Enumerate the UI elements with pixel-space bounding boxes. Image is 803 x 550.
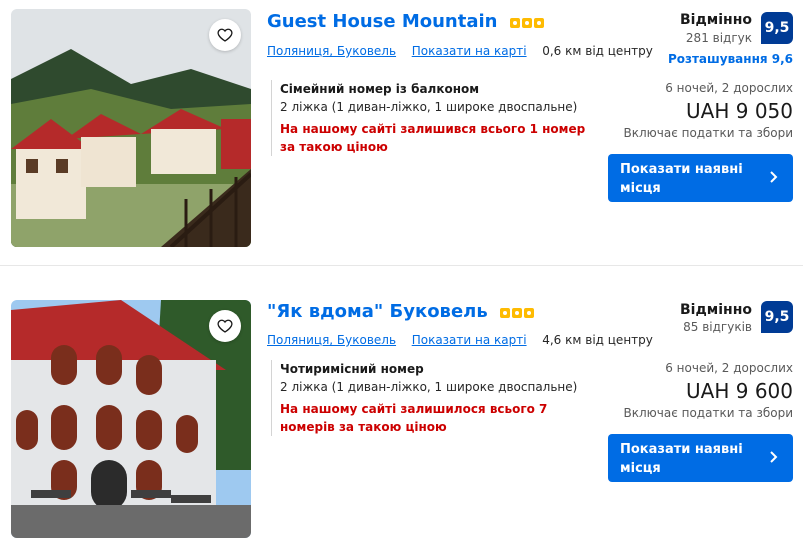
star-icon <box>533 18 544 28</box>
property-title-link[interactable]: Guest House Mountain <box>267 11 497 32</box>
review-count[interactable]: 281 відгук <box>686 31 752 45</box>
star-rating <box>509 18 544 28</box>
property-title-row: Guest House Mountain <box>267 11 544 32</box>
review-count[interactable]: 85 відгуків <box>683 320 752 334</box>
cta-label: Показати наявні місця <box>620 162 743 196</box>
star-icon <box>521 18 532 28</box>
chevron-right-icon <box>770 451 778 463</box>
location-row: Поляниця, Буковель Показати на карті 0,6… <box>267 44 653 58</box>
show-availability-button[interactable]: Показати наявні місця <box>608 434 793 482</box>
room-info: Сімейний номер із балконом 2 ліжка (1 ди… <box>271 80 590 156</box>
price: UAH 9 050 <box>686 99 793 123</box>
location-link[interactable]: Поляниця, Буковель <box>267 333 396 347</box>
property-photo[interactable] <box>11 9 251 247</box>
save-to-wishlist-button[interactable] <box>209 19 241 51</box>
property-title-row: "Як вдома" Буковель <box>267 301 535 322</box>
rating-word: Відмінно <box>680 12 752 28</box>
save-to-wishlist-button[interactable] <box>209 310 241 342</box>
stay-summary: 6 ночей, 2 дорослих <box>665 81 793 95</box>
location-link[interactable]: Поляниця, Буковель <box>267 44 396 58</box>
heart-icon <box>217 28 233 42</box>
chevron-right-icon <box>770 171 778 183</box>
taxes-note: Включає податки та збори <box>623 406 793 420</box>
property-title-link[interactable]: "Як вдома" Буковель <box>267 301 488 322</box>
show-on-map-link[interactable]: Показати на карті <box>412 44 527 58</box>
property-photo[interactable] <box>11 300 251 538</box>
review-score-badge[interactable]: 9,5 <box>761 301 793 333</box>
card-divider <box>0 265 803 266</box>
star-icon <box>524 308 535 318</box>
bed-config: 2 ліжка (1 диван-ліжко, 1 широке двоспал… <box>280 380 578 394</box>
review-score-badge[interactable]: 9,5 <box>761 12 793 44</box>
stay-summary: 6 ночей, 2 дорослих <box>665 361 793 375</box>
show-on-map-link[interactable]: Показати на карті <box>412 333 527 347</box>
room-name: Чотиримісний номер <box>280 362 424 376</box>
rating-word: Відмінно <box>680 302 752 318</box>
show-availability-button[interactable]: Показати наявні місця <box>608 154 793 202</box>
availability-warning: На нашому сайті залишився всього 1 номер… <box>280 122 586 154</box>
star-icon <box>500 308 511 318</box>
star-icon <box>509 18 520 28</box>
distance-from-center: 0,6 км від центру <box>542 44 653 58</box>
cta-label: Показати наявні місця <box>620 442 743 476</box>
location-row: Поляниця, Буковель Показати на карті 4,6… <box>267 333 653 347</box>
taxes-note: Включає податки та збори <box>623 126 793 140</box>
heart-icon <box>217 319 233 333</box>
location-score: Розташування 9,6 <box>667 52 793 66</box>
availability-warning: На нашому сайті залишилося всього 7 номе… <box>280 402 548 434</box>
bed-config: 2 ліжка (1 диван-ліжко, 1 широке двоспал… <box>280 100 578 114</box>
room-info: Чотиримісний номер 2 ліжка (1 диван-ліжк… <box>271 360 590 436</box>
room-name: Сімейний номер із балконом <box>280 82 480 96</box>
star-icon <box>512 308 523 318</box>
distance-from-center: 4,6 км від центру <box>542 333 653 347</box>
star-rating <box>500 308 535 318</box>
price: UAH 9 600 <box>686 379 793 403</box>
